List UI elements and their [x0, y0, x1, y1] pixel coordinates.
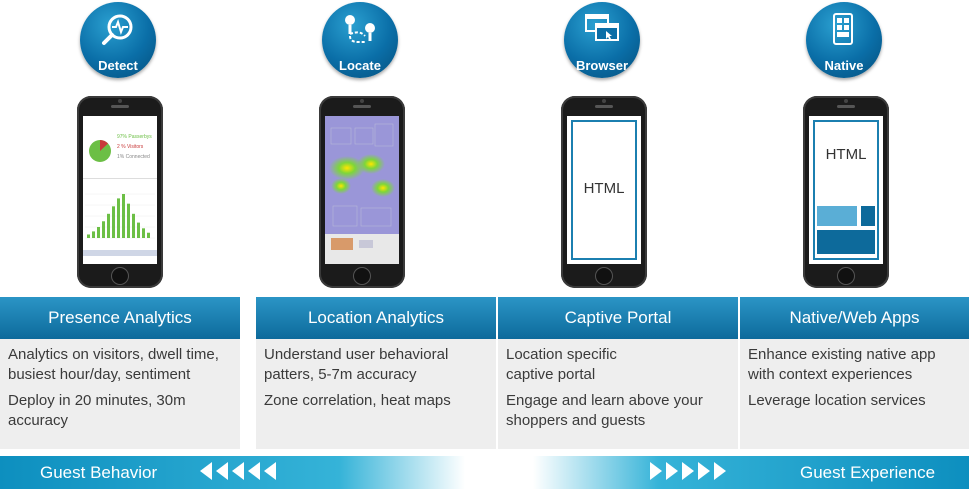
html-label: HTML: [825, 146, 867, 163]
column-detect: Detect 97% Passerbys 2 % Visitors 1% Con…: [0, 0, 240, 460]
mini-bar-chart: [83, 193, 157, 256]
screen-divider: [83, 178, 157, 179]
heat-map: [325, 116, 399, 264]
speaker: [837, 105, 855, 108]
desc-line: Engage and learn above your shoppers and…: [506, 392, 703, 429]
browser-windows-icon: [585, 14, 619, 41]
badge-label: Detect: [98, 58, 138, 73]
header-presence-analytics: Presence Analytics: [0, 297, 240, 339]
right-chevrons-icon: [650, 462, 726, 482]
legend-passerbys: 97% Passerbys: [117, 134, 152, 140]
desc-location-analytics: Understand user behavioral patters, 5-7m…: [256, 339, 496, 449]
pie-chart-icon: [89, 140, 111, 162]
desc-captive-portal: Location specific captive portal Engage …: [498, 339, 738, 449]
left-chevrons-icon: [200, 462, 276, 482]
mobile-app-icon: [833, 13, 853, 45]
phone-detect: 97% Passerbys 2 % Visitors 1% Connected: [77, 96, 163, 288]
desc-line: Enhance existing native app with context…: [748, 346, 936, 383]
detect-badge: Detect: [80, 2, 156, 78]
browser-badge: Browser: [564, 2, 640, 78]
mini-bar: [102, 221, 105, 238]
magnifier-pulse-icon: [102, 14, 133, 45]
desc-line: Leverage location services: [748, 392, 926, 409]
badge-label: Native: [824, 58, 864, 73]
header-captive-portal: Captive Portal: [498, 297, 738, 339]
app-tile-dark: [861, 206, 875, 226]
home-button: [595, 267, 613, 285]
mini-bar: [92, 231, 95, 238]
phone-browser: HTML: [561, 96, 647, 288]
camera: [118, 99, 122, 103]
app-tile-wide: [817, 230, 875, 254]
phone-screen: 97% Passerbys 2 % Visitors 1% Connected: [83, 116, 157, 264]
phone-screen: HTML: [567, 116, 641, 264]
footer-band: Guest Behavior Guest Experience: [0, 456, 969, 489]
mini-bar: [127, 203, 130, 238]
phone-screen: HTML: [809, 116, 883, 264]
mini-bar: [122, 194, 125, 238]
legend-connected: 1% Connected: [117, 154, 150, 160]
home-button: [837, 267, 855, 285]
mini-bar: [132, 213, 135, 238]
camera: [602, 99, 606, 103]
speaker: [111, 105, 129, 108]
app-frame: HTML: [813, 120, 879, 260]
legend-visitors: 2 % Visitors: [117, 144, 144, 150]
mini-scroll-band: [83, 250, 157, 256]
home-button: [111, 267, 129, 285]
desc-line: Understand user behavioral patters, 5-7m…: [264, 346, 449, 383]
mini-bar: [97, 227, 100, 238]
home-button: [353, 267, 371, 285]
column-browser: Browser HTML Captive Portal Location spe…: [484, 0, 738, 460]
column-locate: Locate Location Analytics Understand use…: [242, 0, 496, 460]
html-label: HTML: [583, 180, 625, 197]
mini-bar: [112, 206, 115, 238]
desc-presence-analytics: Analytics on visitors, dwell time, busie…: [0, 339, 240, 449]
column-native: Native HTML Native/Web Apps Enhance exis…: [726, 0, 969, 460]
phone-screen: [325, 116, 399, 264]
speaker: [353, 105, 371, 108]
mini-bar: [117, 198, 120, 238]
header-title: Location Analytics: [307, 308, 445, 327]
mini-bar: [142, 228, 145, 238]
guest-behavior-label: Guest Behavior: [40, 463, 158, 482]
header-title: Native/Web Apps: [789, 308, 920, 327]
native-badge: Native: [806, 2, 882, 78]
locate-badge: Locate: [322, 2, 398, 78]
phone-locate: [319, 96, 405, 288]
phone-native: HTML: [803, 96, 889, 288]
desc-line: Deploy in 20 minutes, 30m accuracy: [8, 392, 186, 429]
header-title: Presence Analytics: [48, 308, 192, 327]
portal-frame: HTML: [571, 120, 637, 260]
header-native-web-apps: Native/Web Apps: [740, 297, 969, 339]
speaker: [595, 105, 613, 108]
header-location-analytics: Location Analytics: [256, 297, 496, 339]
mini-bar: [147, 232, 150, 238]
camera: [844, 99, 848, 103]
desc-line: Location specific captive portal: [506, 346, 617, 383]
badge-label: Browser: [575, 58, 629, 73]
mini-bar: [107, 213, 110, 238]
camera: [360, 99, 364, 103]
desc-line: Analytics on visitors, dwell time, busie…: [8, 346, 219, 383]
guest-experience-label: Guest Experience: [800, 463, 936, 482]
location-pins-icon: [345, 15, 375, 43]
desc-native-web-apps: Enhance existing native app with context…: [740, 339, 969, 449]
mini-bar: [137, 222, 140, 238]
desc-line: Zone correlation, heat maps: [264, 392, 451, 409]
app-tile-light: [817, 206, 857, 226]
badge-label: Locate: [339, 58, 381, 73]
header-title: Captive Portal: [564, 308, 672, 327]
mini-bar: [87, 234, 90, 238]
